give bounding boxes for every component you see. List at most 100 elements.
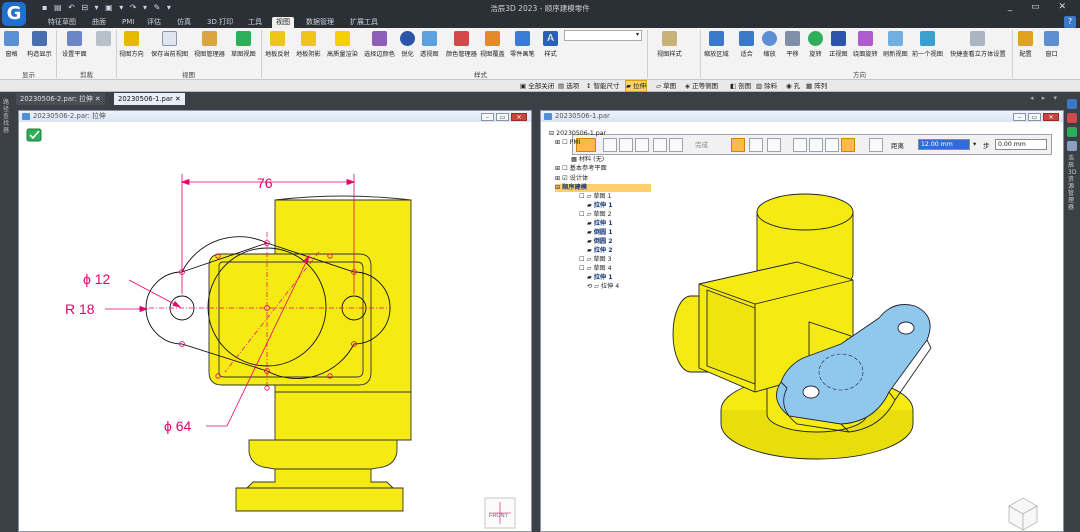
resource-explorer-tab[interactable]: 浩辰3D资源管理器 (1068, 155, 1076, 211)
tree-item-round-2[interactable]: ▰ 倒圆 2 (587, 238, 613, 246)
perspective-button[interactable]: 透视图 (420, 31, 439, 58)
previous-view-button[interactable]: 前一个视图 (912, 31, 943, 58)
zoom-button[interactable]: 缩放 (762, 31, 777, 58)
tree-item-round-1[interactable]: ▰ 倒圆 1 (587, 229, 613, 237)
select-step-icon[interactable] (603, 138, 617, 152)
through-next-icon[interactable] (749, 138, 763, 152)
style-button[interactable]: A 样式 (543, 31, 558, 58)
smart-dimension-button[interactable]: ↕ 智能尺寸 (586, 81, 620, 91)
view-cube-icon[interactable] (1008, 497, 1038, 531)
doc-nav-arrows[interactable]: ◂ ▸ ▾ (1030, 94, 1060, 102)
window-controls[interactable]: _ ▭ ✕ (1008, 2, 1074, 12)
floor-shadow-button[interactable]: 地板阴影 (296, 31, 321, 58)
tree-item-sketch-4[interactable]: ☐ ▱ 草图 4 (579, 265, 612, 273)
through-all-icon[interactable] (731, 138, 745, 152)
sketch-button[interactable]: ▱ 草图 (656, 81, 676, 91)
tree-item-design-body[interactable]: ⊞ ☑ 设计体 (555, 175, 588, 183)
tab-surface[interactable]: 曲面 (88, 17, 110, 28)
view-overlay-button[interactable]: 视图覆盖 (480, 31, 505, 58)
save-current-view-button[interactable]: 保存当前视图 (151, 31, 188, 58)
tree-item-pmi[interactable]: ⊞ ☐ PMI (555, 139, 581, 147)
layers-icon[interactable] (1067, 127, 1077, 137)
edge-color-button[interactable]: 选择边颜色 (364, 31, 395, 58)
accept-checkmark-icon[interactable] (26, 128, 42, 142)
zoom-area-button[interactable]: 缩放区域 (704, 31, 729, 58)
treatment-icon[interactable] (869, 138, 883, 152)
view-manager-button[interactable]: 视图管理器 (194, 31, 225, 58)
tree-item-extrude-1c[interactable]: ▰ 拉伸 1 (587, 274, 613, 282)
extent-direction-icon[interactable] (841, 138, 855, 152)
close-window-button[interactable]: ✕ (511, 113, 527, 121)
tab-simulation[interactable]: 仿真 (173, 17, 195, 28)
one-side-icon[interactable] (825, 138, 839, 152)
from-to-icon[interactable] (767, 138, 781, 152)
pane-button[interactable]: 窗格 (4, 31, 19, 58)
doc-tab-part-2[interactable]: 20230506-2.par: 拉伸 ✕ (16, 93, 105, 105)
tree-item-material[interactable]: ▦ 材料 (无) (571, 156, 604, 164)
non-symmetric-icon[interactable] (809, 138, 823, 152)
tree-item-sketch-3[interactable]: ☐ ▱ 草图 3 (579, 256, 612, 264)
tab-pmi[interactable]: PMI (118, 17, 138, 28)
dimension-r18-label[interactable]: R 18 (65, 301, 95, 317)
extent-step-icon[interactable] (653, 138, 667, 152)
color-manager-button[interactable]: 颜色管理器 (446, 31, 477, 58)
fit-button[interactable]: 适合 (739, 31, 754, 58)
dimension-phi12-label[interactable]: ϕ 12 (83, 271, 111, 287)
tab-tools[interactable]: 工具 (244, 17, 266, 28)
treatment-step-icon[interactable] (669, 138, 683, 152)
tree-item-extrude-2[interactable]: ▰ 拉伸 2 (587, 247, 613, 255)
section-button[interactable]: ◧ 剖图 (730, 81, 751, 91)
tab-view[interactable]: 视图 (272, 17, 294, 28)
dimension-phi64-label[interactable]: ϕ 64 (164, 418, 192, 434)
minimize-button[interactable]: – (481, 113, 494, 121)
help-icon[interactable]: ? (1064, 16, 1076, 28)
properties-icon[interactable] (1067, 141, 1077, 151)
options-button[interactable]: ▤ 选项 (558, 81, 579, 91)
configure-button[interactable]: 配置 (1018, 31, 1033, 58)
part-painter-button[interactable]: 零件画笔 (510, 31, 535, 58)
isometric-view-button[interactable]: ◈ 正等侧图 (685, 81, 718, 91)
app-logo-icon[interactable]: G (2, 2, 26, 26)
library-icon[interactable] (1067, 99, 1077, 109)
extrude-button[interactable]: ▰ 拉伸 (624, 80, 648, 92)
close-window-button[interactable]: ✕ (1043, 113, 1059, 121)
maximize-button[interactable]: ▭ (496, 113, 509, 121)
cutout-button[interactable]: ▥ 除料 (756, 81, 777, 91)
tab-sketch-features[interactable]: 特征草图 (44, 17, 80, 28)
sketch-view-button[interactable]: 草图视图 (231, 31, 256, 58)
construction-display-button[interactable]: 构造显示 (27, 31, 52, 58)
pattern-button[interactable]: ▦ 阵列 (806, 81, 827, 91)
sketch-step-icon[interactable] (619, 138, 633, 152)
symmetric-icon[interactable] (793, 138, 807, 152)
tab-evaluate[interactable]: 评估 (143, 17, 165, 28)
tree-item-sketch-2[interactable]: ☐ ▱ 草图 2 (579, 211, 612, 219)
hq-render-button[interactable]: 高质量渲染 (327, 31, 358, 58)
left-document-window[interactable]: 20230506-2.par: 拉伸 – ▭ ✕ 76 ϕ 12 R 18 ϕ … (18, 110, 532, 532)
maximize-button[interactable]: ▭ (1028, 113, 1041, 121)
minimize-button[interactable]: – (1013, 113, 1026, 121)
window-button[interactable]: 窗口 (1044, 31, 1059, 58)
sketch-canvas[interactable]: 76 ϕ 12 R 18 ϕ 64 FRONT (19, 122, 531, 531)
clip-toggle-button[interactable] (96, 31, 111, 49)
rotate-button[interactable]: 旋转 (808, 31, 823, 58)
right-document-window[interactable]: 20230506-1.par – ▭ ✕ (540, 110, 1064, 532)
tab-extension-tools[interactable]: 扩展工具 (346, 17, 382, 28)
tab-data-management[interactable]: 数据管理 (302, 17, 338, 28)
tree-item-sketch-1[interactable]: ☐ ▱ 草图 1 (579, 193, 612, 201)
hole-button[interactable]: ◉ 孔 (786, 81, 800, 91)
doc-tab-part-1[interactable]: 20230506-1.par ✕ (114, 93, 185, 105)
set-plane-button[interactable]: 设置平面 (62, 31, 87, 58)
pan-button[interactable]: 平移 (785, 31, 800, 58)
pathfinder-tab[interactable]: 路径查找器 (3, 99, 11, 134)
finish-button[interactable]: 完成 (695, 139, 708, 149)
style-combo[interactable]: ▾ (564, 30, 642, 41)
tree-root[interactable]: ⊟ 20230506-1.par (549, 130, 606, 138)
floor-reflection-button[interactable]: 地板反射 (265, 31, 290, 58)
sharpen-button[interactable]: 锐化 (400, 31, 415, 58)
tree-item-extrude-1b[interactable]: ▰ 拉伸 1 (587, 220, 613, 228)
distance-dropdown-icon[interactable]: ▾ (973, 140, 976, 148)
close-all-button[interactable]: ▣ 全部关闭 (520, 81, 554, 91)
rotate-about-face-button[interactable]: 绕面旋转 (853, 31, 878, 58)
view-cube-settings-button[interactable]: 快捷查看立方体设置 (950, 31, 1006, 58)
dimension-76-label[interactable]: 76 (257, 175, 273, 191)
